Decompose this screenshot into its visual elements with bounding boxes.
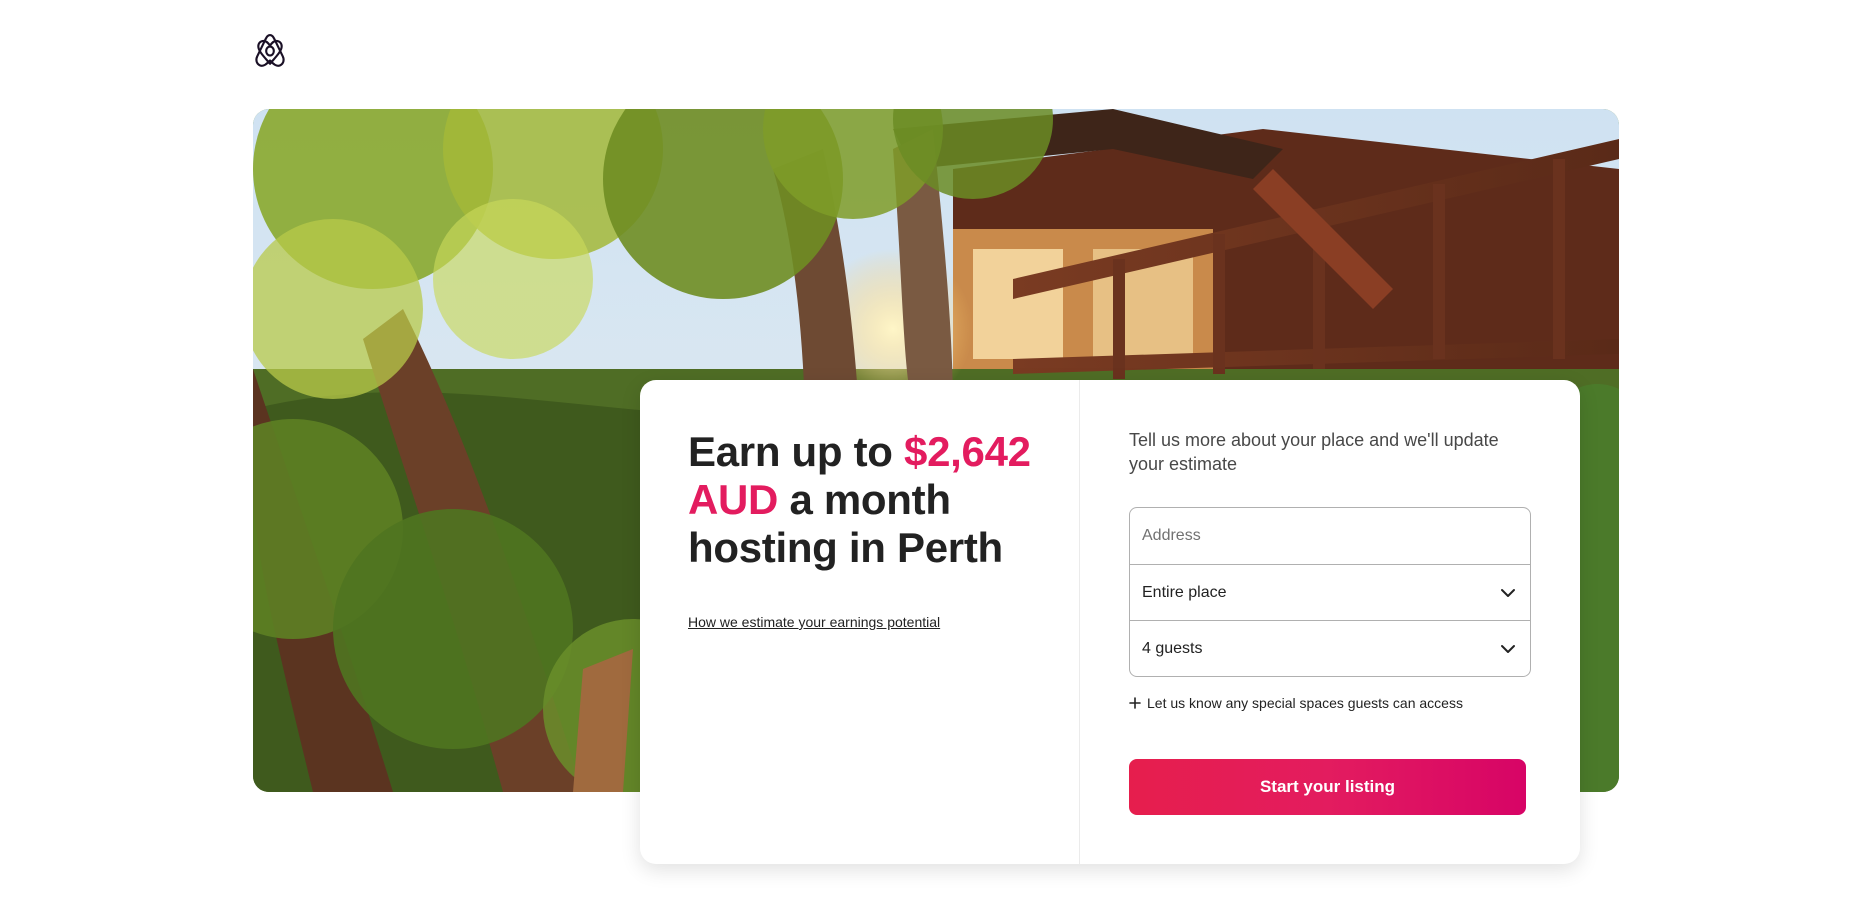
special-spaces-label: Let us know any special spaces guests ca… (1147, 695, 1463, 711)
place-type-value: Entire place (1142, 583, 1227, 601)
estimate-form: Entire place 4 guests (1129, 507, 1531, 677)
earnings-summary: Earn up to $2,642 AUD a month hosting in… (640, 380, 1080, 864)
earnings-headline: Earn up to $2,642 AUD a month hosting in… (688, 428, 1031, 572)
place-type-select[interactable]: Entire place (1130, 564, 1530, 620)
headline-prefix: Earn up to (688, 428, 905, 475)
address-row[interactable] (1130, 508, 1530, 564)
page: Earn up to $2,642 AUD a month hosting in… (0, 0, 1859, 916)
estimate-info-link[interactable]: How we estimate your earnings potential (688, 614, 940, 630)
chevron-down-icon (1501, 589, 1515, 597)
estimate-form-panel: Tell us more about your place and we'll … (1080, 380, 1580, 864)
address-input[interactable] (1142, 527, 1518, 545)
guests-value: 4 guests (1142, 639, 1203, 657)
estimate-intro-text: Tell us more about your place and we'll … (1129, 430, 1499, 474)
guests-select[interactable]: 4 guests (1130, 620, 1530, 676)
chevron-down-icon (1501, 645, 1515, 653)
special-spaces-toggle[interactable]: Let us know any special spaces guests ca… (1129, 695, 1532, 711)
earnings-card: Earn up to $2,642 AUD a month hosting in… (640, 380, 1580, 864)
airbnb-logo-icon[interactable] (253, 32, 287, 70)
start-listing-button[interactable]: Start your listing (1129, 759, 1526, 815)
plus-icon (1129, 697, 1141, 709)
